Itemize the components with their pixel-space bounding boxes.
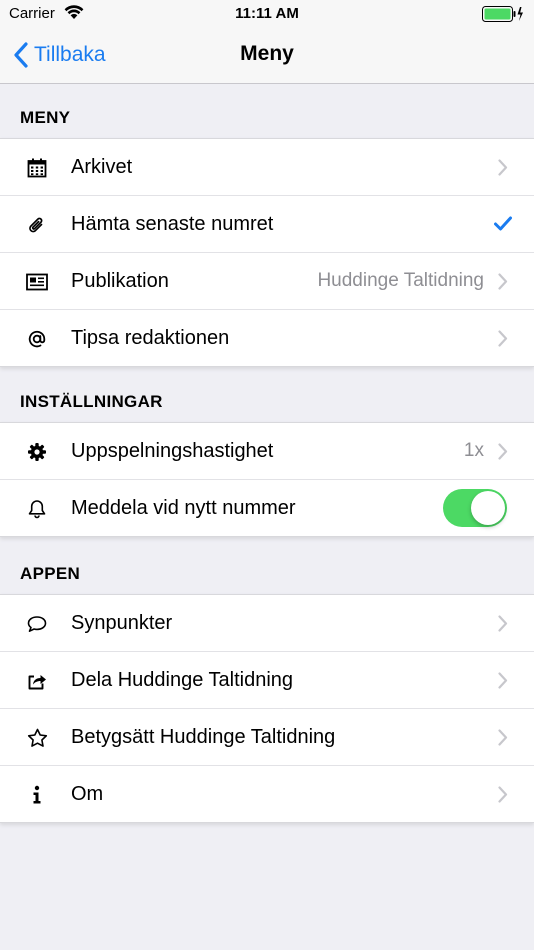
- row-meddela-vid-nytt-nummer: Meddela vid nytt nummer: [0, 480, 534, 536]
- chevron-right-icon: [498, 729, 508, 746]
- settings-group: Uppspelningshastighet 1x Meddela vid nyt…: [0, 422, 534, 537]
- row-label: Synpunkter: [71, 612, 173, 634]
- star-icon: [26, 727, 48, 749]
- row-om[interactable]: Om: [0, 766, 534, 822]
- bell-icon: [26, 498, 48, 520]
- row-value: Huddinge Taltidning: [317, 270, 484, 291]
- status-bar: Carrier 11:11 AM: [0, 0, 534, 28]
- row-uppspelningshastighet[interactable]: Uppspelningshastighet 1x: [0, 423, 534, 480]
- chevron-right-icon: [498, 273, 508, 290]
- row-label: Dela Huddinge Taltidning: [71, 669, 294, 691]
- toggle-knob: [471, 491, 505, 525]
- navigation-bar: Tillbaka Meny: [0, 28, 534, 84]
- row-tipsa-redaktionen[interactable]: Tipsa redaktionen: [0, 310, 534, 366]
- row-label: Meddela vid nytt nummer: [71, 497, 296, 519]
- row-synpunkter[interactable]: Synpunkter: [0, 595, 534, 652]
- share-icon: [26, 670, 48, 692]
- row-label: Uppspelningshastighet: [71, 440, 274, 462]
- app-group: Synpunkter Dela Huddinge Taltidning Bety…: [0, 594, 534, 823]
- gear-icon: [26, 441, 48, 463]
- row-label: Tipsa redaktionen: [71, 327, 230, 349]
- row-betygsatt-huddinge-taltidning[interactable]: Betygsätt Huddinge Taltidning: [0, 709, 534, 766]
- row-value: 1x: [463, 440, 484, 461]
- row-arkivet[interactable]: Arkivet: [0, 139, 534, 196]
- chevron-right-icon: [498, 159, 508, 176]
- calendar-icon: [26, 157, 48, 179]
- row-label: Betygsätt Huddinge Taltidning: [71, 726, 336, 748]
- page-title: Meny: [240, 42, 294, 65]
- row-hamta-senaste-numret[interactable]: Hämta senaste numret: [0, 196, 534, 253]
- row-label: Hämta senaste numret: [71, 213, 274, 235]
- speech-bubble-icon: [26, 613, 48, 635]
- checkmark-icon: [494, 216, 512, 231]
- section-header-meny: MENY: [20, 108, 71, 127]
- section-header-appen: APPEN: [20, 564, 81, 583]
- notify-toggle[interactable]: [443, 489, 507, 527]
- section-header-installningar: INSTÄLLNINGAR: [20, 392, 163, 411]
- chevron-right-icon: [498, 786, 508, 803]
- paperclip-icon: [26, 214, 48, 236]
- battery-icon: [482, 6, 524, 27]
- row-label: Arkivet: [71, 156, 133, 178]
- chevron-right-icon: [498, 330, 508, 347]
- at-icon: [26, 328, 48, 350]
- chevron-right-icon: [498, 615, 508, 632]
- row-dela-huddinge-taltidning[interactable]: Dela Huddinge Taltidning: [0, 652, 534, 709]
- row-label: Publikation: [71, 270, 169, 292]
- menu-group: Arkivet Hämta senaste numret Publikation…: [0, 138, 534, 367]
- row-publikation[interactable]: Publikation Huddinge Taltidning: [0, 253, 534, 310]
- chevron-right-icon: [498, 443, 508, 460]
- chevron-right-icon: [498, 672, 508, 689]
- row-label: Om: [71, 783, 104, 805]
- info-icon: [26, 784, 48, 806]
- status-time: 11:11 AM: [235, 5, 299, 22]
- newspaper-icon: [26, 271, 48, 293]
